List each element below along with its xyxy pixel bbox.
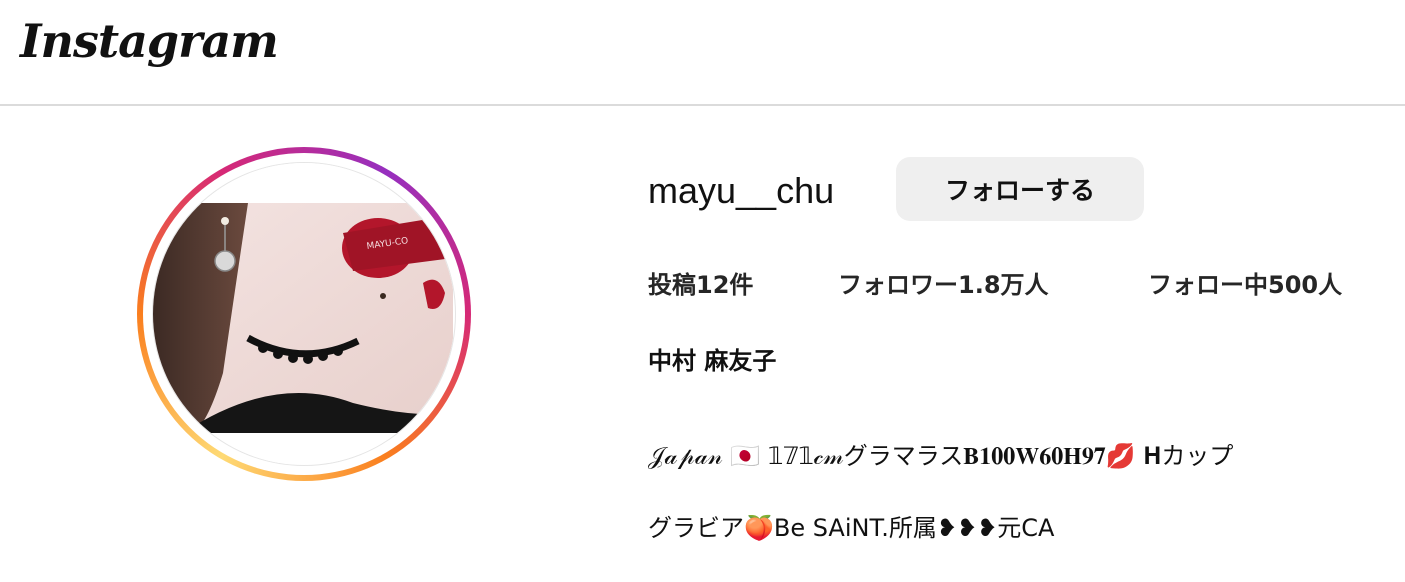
bio-line-2: グラビア🍑Be SAiNT.所属❥❥❥元CA	[648, 514, 1055, 542]
posts-count[interactable]: 投稿12件	[648, 265, 753, 300]
profile-photo-illustration: MAYU-CO	[153, 163, 453, 463]
followers-count[interactable]: フォロワー1.8万人	[838, 265, 1049, 300]
avatar-border: MAYU-CO	[143, 153, 465, 475]
profile-avatar[interactable]: MAYU-CO	[137, 147, 471, 481]
instagram-logo[interactable]: Instagram	[20, 14, 279, 68]
top-navigation-bar: Instagram	[0, 0, 1405, 106]
avatar-photo: MAYU-CO	[152, 162, 456, 466]
profile-bio: 𝒥𝒶𝓅𝒶𝓃 🇯🇵 𝟙𝟟𝟙𝒸𝓂グラマラス𝐁𝟏𝟎𝟎𝐖𝟔𝟎𝐇𝟗𝟕💋 𝐇カップ グラビア…	[648, 402, 1368, 582]
bio-line-1: 𝒥𝒶𝓅𝒶𝓃 🇯🇵 𝟙𝟟𝟙𝒸𝓂グラマラス𝐁𝟏𝟎𝟎𝐖𝟔𝟎𝐇𝟗𝟕💋 𝐇カップ	[648, 442, 1234, 470]
profile-username: mayu__chu	[648, 170, 835, 211]
profile-stats: 投稿12件 フォロワー1.8万人 フォロー中500人	[0, 265, 1405, 301]
profile-full-name: 中村 麻友子	[648, 347, 777, 375]
follow-button[interactable]: フォローする	[896, 157, 1144, 221]
following-count[interactable]: フォロー中500人	[1148, 265, 1342, 300]
